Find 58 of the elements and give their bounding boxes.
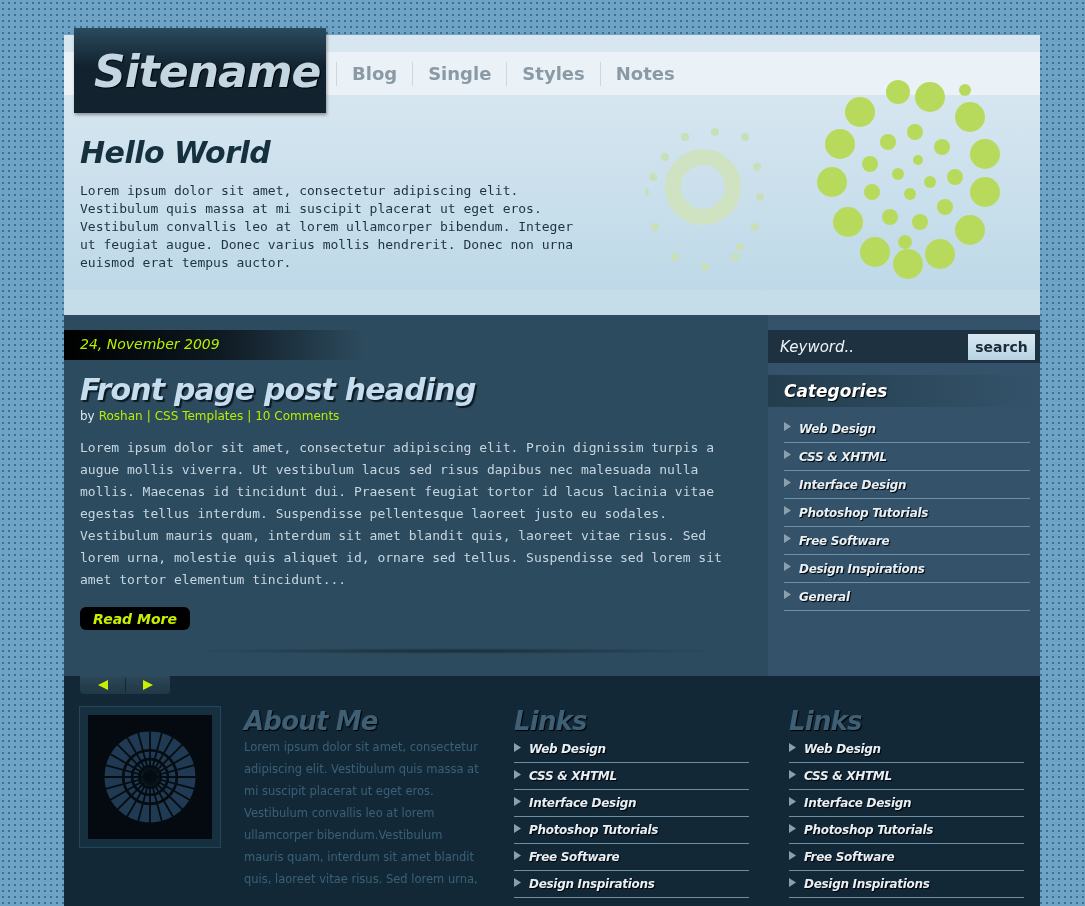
triangle-bullet-icon xyxy=(514,796,521,806)
footer-link[interactable]: Interface Design xyxy=(529,796,637,810)
byline-label: by xyxy=(80,409,95,423)
author-link[interactable]: Roshan xyxy=(98,409,143,423)
about-paragraph: Lorem ipsum dolor sit amet, consectetur adipiscing elit. Vestibulum quis massa at mi suscipit placerat ut eget eros. Vestibulum convallis leo at lorem ullamcorper bibendum.Vestibulum mauris quam, interdum sit amet blandit quis, laoreet vitae risus. Sed lorem urna, xyxy=(244,739,479,888)
category-link[interactable]: Photoshop Tutorials xyxy=(799,505,929,520)
triangle-bullet-icon xyxy=(784,506,791,515)
triangle-bullet-icon xyxy=(789,877,796,887)
triangle-bullet-icon xyxy=(789,823,796,833)
triangle-bullet-icon xyxy=(789,850,796,860)
triangle-bullet-icon xyxy=(784,534,791,543)
triangle-bullet-icon xyxy=(784,590,791,599)
footer-link[interactable]: Web Design xyxy=(529,742,606,756)
read-more-button[interactable]: Read More xyxy=(80,607,190,630)
footer-link[interactable]: Free Software xyxy=(529,850,620,864)
category-link[interactable]: Free Software xyxy=(799,533,890,548)
previous-arrow-icon[interactable] xyxy=(96,679,109,691)
post-heading[interactable]: Front page post heading xyxy=(80,372,768,407)
triangle-bullet-icon xyxy=(514,877,521,887)
hero-title: Hello World xyxy=(80,135,272,170)
footer-link[interactable]: Photoshop Tutorials xyxy=(529,823,659,837)
triangle-bullet-icon xyxy=(789,742,796,752)
category-link[interactable]: CSS & XHTML xyxy=(799,449,887,464)
triangle-bullet-icon xyxy=(514,769,521,779)
category-link[interactable]: CSS Templates xyxy=(154,409,244,423)
triangle-bullet-icon xyxy=(514,823,521,833)
post-excerpt: Lorem ipsum dolor sit amet, consectetur adipiscing elit. Proin dignissim turpis a augue mollis viverra. Ut vestibulum lacus sed risus dapibus nec malesuada nulla mollis. Maecenas id tincidunt dui. Praesent feugiat tortor id lacus lacinia vitae egestas tellus interdum. Suspendisse pellentesque laoreet justo eu sodales. Vestibulum mauris quam, interdum sit amet blandit quis, laoreet vitae risus. Sed lorem urna, molestie quis aliquet id, ornare sed tellus. Suspendisse sed lorem sit amet tortor elementum tincidunt... xyxy=(80,439,723,589)
triangle-bullet-icon xyxy=(784,422,791,431)
footer-link[interactable]: Web Design xyxy=(804,742,881,756)
site-logo[interactable]: Sitename xyxy=(74,28,326,113)
keyword-field[interactable]: Keyword.. xyxy=(778,336,882,357)
footer-link[interactable]: Photoshop Tutorials xyxy=(804,823,934,837)
comments-link[interactable]: 10 Comments xyxy=(255,409,340,423)
search-button[interactable]: search xyxy=(968,333,1035,360)
triangle-bullet-icon xyxy=(784,562,791,571)
links-heading: Links xyxy=(514,706,588,736)
footer-link[interactable]: CSS & XHTML xyxy=(529,769,617,783)
footer-link[interactable]: Free Software xyxy=(804,850,895,864)
links-heading: Links xyxy=(789,706,863,736)
footer-link[interactable]: Design Inspirations xyxy=(529,877,655,891)
separator: | xyxy=(146,409,151,423)
triangle-bullet-icon xyxy=(784,478,791,487)
next-arrow-icon[interactable] xyxy=(141,679,154,691)
footer-link[interactable]: Design Inspirations xyxy=(804,877,930,891)
triangle-bullet-icon xyxy=(784,450,791,459)
footer-link[interactable]: Interface Design xyxy=(804,796,912,810)
triangle-bullet-icon xyxy=(789,769,796,779)
footer-link[interactable]: CSS & XHTML xyxy=(804,769,892,783)
category-link[interactable]: Web Design xyxy=(799,421,876,436)
hero-paragraph: Lorem ipsum dolor sit amet, consectetur adipiscing elit. Vestibulum quis massa at mi suscipit placerat ut eget eros. Vestibulum convallis leo at lorem ullamcorper bibendum. Integer ut feugiat augue. Donec varius mollis hendrerit. Donec non urna euismod erat tempus auctor. xyxy=(80,182,575,272)
about-heading: About Me xyxy=(244,706,379,736)
triangle-bullet-icon xyxy=(514,850,521,860)
category-link[interactable]: Interface Design xyxy=(799,477,907,492)
separator: | xyxy=(247,409,252,423)
category-link[interactable]: General xyxy=(799,589,850,604)
triangle-bullet-icon xyxy=(514,742,521,752)
triangle-bullet-icon xyxy=(789,796,796,806)
category-link[interactable]: Design Inspirations xyxy=(799,561,925,576)
